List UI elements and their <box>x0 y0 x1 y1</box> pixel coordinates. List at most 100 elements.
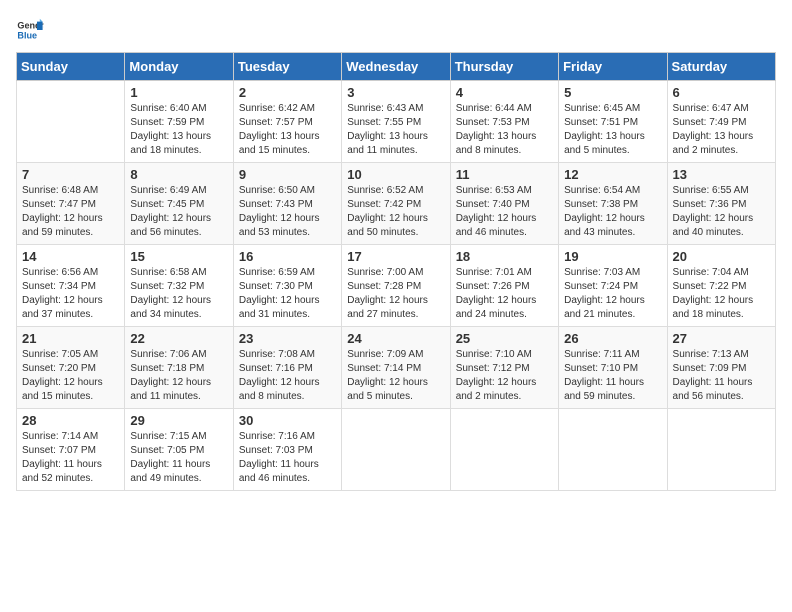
calendar-cell: 11 Sunrise: 6:53 AMSunset: 7:40 PMDayligh… <box>450 163 558 245</box>
day-info: Sunrise: 6:52 AMSunset: 7:42 PMDaylight:… <box>347 184 444 240</box>
day-number: 13 <box>673 167 770 182</box>
calendar-cell: 19Sunrise: 7:03 AMSunset: 7:24 PMDayligh… <box>559 245 667 327</box>
day-info: Sunrise: 6:56 AMSunset: 7:34 PMDaylight:… <box>22 266 119 322</box>
day-info: Sunrise: 7:11 AMSunset: 7:10 PMDaylight:… <box>564 348 661 404</box>
day-number: 8 <box>130 167 227 182</box>
day-info: Sunrise: 7:10 AMSunset: 7:12 PMDaylight:… <box>456 348 553 404</box>
day-number: 29 <box>130 413 227 428</box>
weekday-header-row: SundayMondayTuesdayWednesdayThursdayFrid… <box>17 53 776 81</box>
day-number: 24 <box>347 331 444 346</box>
day-number: 10 <box>347 167 444 182</box>
calendar-cell: 15 Sunrise: 6:58 AMSunset: 7:32 PMDayligh… <box>125 245 233 327</box>
weekday-header: Sunday <box>17 53 125 81</box>
calendar-cell: 27 Sunrise: 7:13 AMSunset: 7:09 PMDayligh… <box>667 327 775 409</box>
logo: General Blue <box>16 16 44 44</box>
day-info: Sunrise: 6:44 AMSunset: 7:53 PMDaylight:… <box>456 102 553 158</box>
day-number: 28 <box>22 413 119 428</box>
day-number: 14 <box>22 249 119 264</box>
calendar-cell: 21Sunrise: 7:05 AMSunset: 7:20 PMDayligh… <box>17 327 125 409</box>
day-number: 25 <box>456 331 553 346</box>
day-info: Sunrise: 6:48 AMSunset: 7:47 PMDaylight:… <box>22 184 119 240</box>
calendar-cell: 23 Sunrise: 7:08 AMSunset: 7:16 PMDayligh… <box>233 327 341 409</box>
day-info: Sunrise: 7:00 AMSunset: 7:28 PMDaylight:… <box>347 266 444 322</box>
day-number: 16 <box>239 249 336 264</box>
calendar-cell <box>667 409 775 491</box>
day-number: 11 <box>456 167 553 182</box>
calendar-cell: 8 Sunrise: 6:49 AMSunset: 7:45 PMDaylight… <box>125 163 233 245</box>
calendar-cell: 29 Sunrise: 7:15 AMSunset: 7:05 PMDayligh… <box>125 409 233 491</box>
day-number: 4 <box>456 85 553 100</box>
calendar-week-row: 14 Sunrise: 6:56 AMSunset: 7:34 PMDayligh… <box>17 245 776 327</box>
calendar-cell <box>17 81 125 163</box>
calendar-cell: 24 Sunrise: 7:09 AMSunset: 7:14 PMDayligh… <box>342 327 450 409</box>
calendar-cell: 28 Sunrise: 7:14 AMSunset: 7:07 PMDayligh… <box>17 409 125 491</box>
day-info: Sunrise: 7:14 AMSunset: 7:07 PMDaylight:… <box>22 430 119 486</box>
day-info: Sunrise: 6:54 AMSunset: 7:38 PMDaylight:… <box>564 184 661 240</box>
calendar-cell: 5Sunrise: 6:45 AMSunset: 7:51 PMDaylight… <box>559 81 667 163</box>
calendar-cell <box>450 409 558 491</box>
day-number: 22 <box>130 331 227 346</box>
calendar-cell: 17 Sunrise: 7:00 AMSunset: 7:28 PMDayligh… <box>342 245 450 327</box>
calendar-cell: 26 Sunrise: 7:11 AMSunset: 7:10 PMDayligh… <box>559 327 667 409</box>
day-number: 2 <box>239 85 336 100</box>
day-number: 27 <box>673 331 770 346</box>
calendar-week-row: 28 Sunrise: 7:14 AMSunset: 7:07 PMDayligh… <box>17 409 776 491</box>
calendar-week-row: 7 Sunrise: 6:48 AMSunset: 7:47 PMDaylight… <box>17 163 776 245</box>
day-info: Sunrise: 6:58 AMSunset: 7:32 PMDaylight:… <box>130 266 227 322</box>
calendar-cell: 9 Sunrise: 6:50 AMSunset: 7:43 PMDaylight… <box>233 163 341 245</box>
page-header: General Blue <box>16 16 776 44</box>
day-number: 26 <box>564 331 661 346</box>
weekday-header: Friday <box>559 53 667 81</box>
calendar-cell: 22 Sunrise: 7:06 AMSunset: 7:18 PMDayligh… <box>125 327 233 409</box>
day-info: Sunrise: 7:08 AMSunset: 7:16 PMDaylight:… <box>239 348 336 404</box>
day-number: 1 <box>130 85 227 100</box>
day-info: Sunrise: 7:16 AMSunset: 7:03 PMDaylight:… <box>239 430 336 486</box>
day-number: 20 <box>673 249 770 264</box>
day-number: 3 <box>347 85 444 100</box>
calendar-table: SundayMondayTuesdayWednesdayThursdayFrid… <box>16 52 776 491</box>
day-info: Sunrise: 6:42 AMSunset: 7:57 PMDaylight:… <box>239 102 336 158</box>
calendar-cell: 4 Sunrise: 6:44 AMSunset: 7:53 PMDaylight… <box>450 81 558 163</box>
day-number: 15 <box>130 249 227 264</box>
calendar-cell <box>342 409 450 491</box>
weekday-header: Saturday <box>667 53 775 81</box>
calendar-cell: 25 Sunrise: 7:10 AMSunset: 7:12 PMDayligh… <box>450 327 558 409</box>
day-number: 12 <box>564 167 661 182</box>
calendar-cell: 20Sunrise: 7:04 AMSunset: 7:22 PMDayligh… <box>667 245 775 327</box>
day-number: 17 <box>347 249 444 264</box>
day-info: Sunrise: 6:53 AMSunset: 7:40 PMDaylight:… <box>456 184 553 240</box>
calendar-cell: 18Sunrise: 7:01 AMSunset: 7:26 PMDayligh… <box>450 245 558 327</box>
day-number: 19 <box>564 249 661 264</box>
day-info: Sunrise: 6:40 AMSunset: 7:59 PMDaylight:… <box>130 102 227 158</box>
day-number: 9 <box>239 167 336 182</box>
calendar-cell: 3 Sunrise: 6:43 AMSunset: 7:55 PMDaylight… <box>342 81 450 163</box>
day-info: Sunrise: 7:15 AMSunset: 7:05 PMDaylight:… <box>130 430 227 486</box>
day-info: Sunrise: 6:49 AMSunset: 7:45 PMDaylight:… <box>130 184 227 240</box>
day-number: 21 <box>22 331 119 346</box>
day-info: Sunrise: 6:50 AMSunset: 7:43 PMDaylight:… <box>239 184 336 240</box>
svg-text:Blue: Blue <box>17 30 37 40</box>
day-info: Sunrise: 6:47 AMSunset: 7:49 PMDaylight:… <box>673 102 770 158</box>
weekday-header: Thursday <box>450 53 558 81</box>
logo-icon: General Blue <box>16 16 44 44</box>
calendar-cell: 2 Sunrise: 6:42 AMSunset: 7:57 PMDaylight… <box>233 81 341 163</box>
calendar-cell: 16Sunrise: 6:59 AMSunset: 7:30 PMDayligh… <box>233 245 341 327</box>
calendar-cell: 6Sunrise: 6:47 AMSunset: 7:49 PMDaylight… <box>667 81 775 163</box>
weekday-header: Wednesday <box>342 53 450 81</box>
day-info: Sunrise: 7:06 AMSunset: 7:18 PMDaylight:… <box>130 348 227 404</box>
calendar-week-row: 1 Sunrise: 6:40 AMSunset: 7:59 PMDaylight… <box>17 81 776 163</box>
calendar-cell: 14 Sunrise: 6:56 AMSunset: 7:34 PMDayligh… <box>17 245 125 327</box>
day-number: 7 <box>22 167 119 182</box>
calendar-cell <box>559 409 667 491</box>
calendar-cell: 7 Sunrise: 6:48 AMSunset: 7:47 PMDaylight… <box>17 163 125 245</box>
calendar-cell: 12 Sunrise: 6:54 AMSunset: 7:38 PMDayligh… <box>559 163 667 245</box>
weekday-header: Tuesday <box>233 53 341 81</box>
day-info: Sunrise: 6:43 AMSunset: 7:55 PMDaylight:… <box>347 102 444 158</box>
weekday-header: Monday <box>125 53 233 81</box>
day-number: 23 <box>239 331 336 346</box>
day-number: 30 <box>239 413 336 428</box>
calendar-week-row: 21Sunrise: 7:05 AMSunset: 7:20 PMDayligh… <box>17 327 776 409</box>
day-info: Sunrise: 7:09 AMSunset: 7:14 PMDaylight:… <box>347 348 444 404</box>
day-info: Sunrise: 7:13 AMSunset: 7:09 PMDaylight:… <box>673 348 770 404</box>
day-info: Sunrise: 7:01 AMSunset: 7:26 PMDaylight:… <box>456 266 553 322</box>
